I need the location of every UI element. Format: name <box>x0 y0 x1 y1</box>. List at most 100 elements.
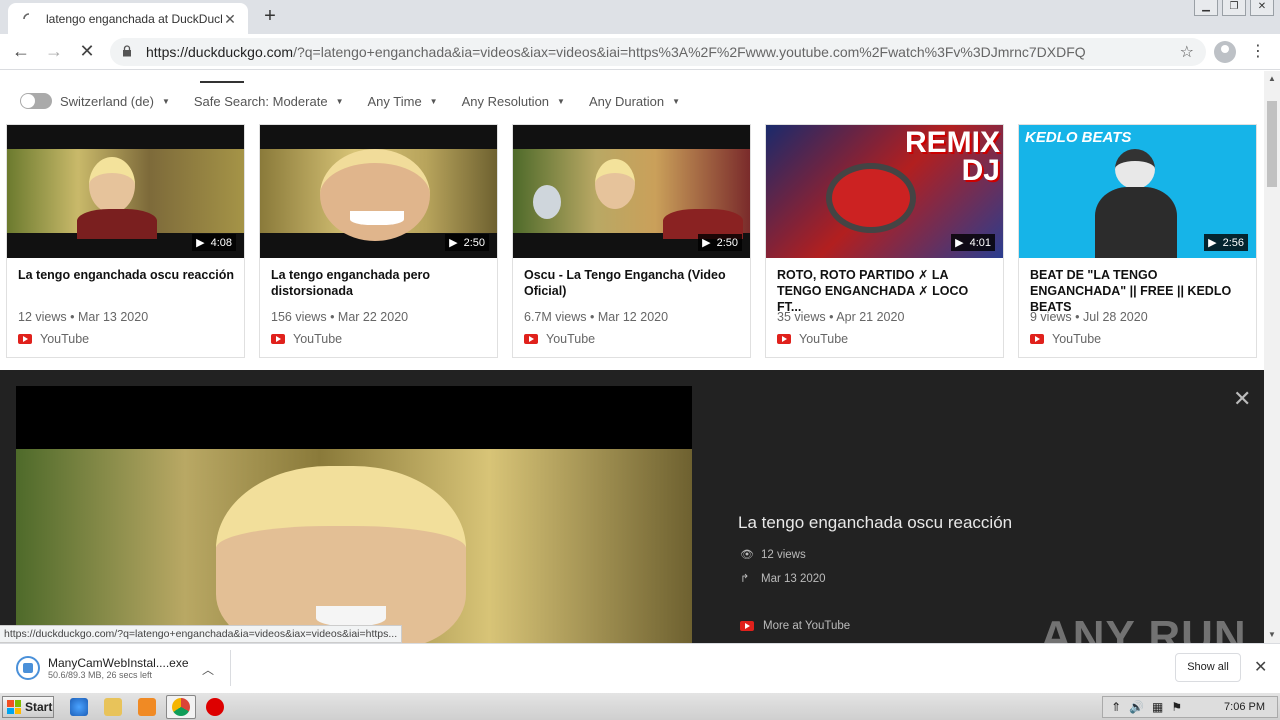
page-scrollbar[interactable]: ▲ ▼ <box>1264 71 1280 643</box>
address-bar[interactable]: https://duckduckgo.com/?q=latengo+enganc… <box>110 38 1206 66</box>
clock[interactable]: 7:06 PM <box>1224 701 1265 713</box>
filter-region[interactable]: Switzerland (de) ▼ <box>60 94 170 109</box>
video-card[interactable]: ▶ 2:50 Oscu - La Tengo Engancha (Video Of… <box>512 124 751 358</box>
video-title[interactable]: La tengo enganchada oscu reacción <box>18 267 236 283</box>
video-source: YouTube <box>777 332 848 346</box>
play-icon: ▶ <box>196 237 205 249</box>
close-window-button[interactable]: ✕ <box>1250 0 1274 16</box>
browser-tab[interactable]: latengo enganchada at DuckDuckGo ✕ <box>8 3 248 34</box>
video-meta: 6.7M views • Mar 12 2020 <box>524 310 669 324</box>
windows-taskbar: Start ⇑ 🔊 ▦ ⚑ 7:06 PM <box>0 692 1280 720</box>
detail-views-row: 👁 12 views <box>740 548 806 562</box>
tab-strip: latengo enganchada at DuckDuckGo ✕ + ▁ ❐… <box>0 0 1280 34</box>
browser-toolbar: ← → ✕ https://duckduckgo.com/?q=latengo+… <box>0 34 1280 70</box>
url-text: https://duckduckgo.com/?q=latengo+enganc… <box>146 44 1180 60</box>
video-date: Apr 21 2020 <box>836 310 905 324</box>
eye-icon: 👁 <box>740 549 754 561</box>
scroll-up-icon[interactable]: ▲ <box>1268 75 1276 83</box>
duration-text: 4:01 <box>969 236 991 249</box>
video-thumbnail[interactable]: ▶ 4:08 <box>7 125 244 258</box>
duration-text: 2:50 <box>716 236 738 249</box>
video-meta: 156 views • Mar 22 2020 <box>271 310 409 324</box>
filter-bar: Switzerland (de) ▼ Safe Search: Moderate ▼… <box>20 93 704 109</box>
video-thumbnail[interactable]: ▶ 2:50 <box>513 125 750 258</box>
video-card[interactable]: ▶ 4:08 La tengo enganchada oscu reacción … <box>6 124 245 358</box>
loading-icon <box>22 12 36 26</box>
restore-button[interactable]: ❐ <box>1222 0 1246 16</box>
start-label: Start <box>25 700 53 714</box>
profile-avatar[interactable] <box>1214 41 1236 63</box>
download-item[interactable]: ManyCamWebInstal....exe 50.6/89.3 MB, 26… <box>16 652 230 684</box>
divider <box>230 650 231 686</box>
more-at-youtube-link[interactable]: More at YouTube <box>740 620 850 632</box>
forward-button[interactable]: → <box>42 40 66 64</box>
filter-label: Safe Search: Moderate <box>193 93 328 109</box>
stop-loading-button[interactable]: ✕ <box>75 40 99 64</box>
upload-icon: ↱ <box>740 573 750 585</box>
youtube-icon <box>777 334 791 344</box>
filter-time[interactable]: Any Time ▼ <box>367 94 437 109</box>
video-source: YouTube <box>18 332 89 346</box>
ie-icon[interactable] <box>70 698 88 716</box>
video-player[interactable] <box>16 386 692 643</box>
video-views: 6.7M views <box>524 310 587 324</box>
thumbnail-overlay-text: KEDLO BEATS <box>1025 129 1132 146</box>
folder-icon[interactable] <box>104 698 122 716</box>
duration-text: 4:08 <box>210 236 232 249</box>
filter-safe-search[interactable]: Safe Search: Moderate ▼ <box>194 94 344 109</box>
filter-resolution[interactable]: Any Resolution ▼ <box>462 94 565 109</box>
video-thumbnail[interactable]: REMIX DJ ▶ 4:01 <box>766 125 1003 258</box>
scrollbar-thumb[interactable] <box>1267 101 1277 187</box>
download-bar: ManyCamWebInstal....exe 50.6/89.3 MB, 26… <box>0 643 1280 691</box>
video-source-label: YouTube <box>1052 332 1102 346</box>
minimize-button[interactable]: ▁ <box>1194 0 1218 16</box>
media-player-icon[interactable] <box>138 698 156 716</box>
video-title[interactable]: Oscu - La Tengo Engancha (Video Oficial) <box>524 267 742 299</box>
video-title[interactable]: La tengo enganchada pero distorsionada <box>271 267 489 299</box>
video-source-label: YouTube <box>293 332 343 346</box>
new-tab-button[interactable]: + <box>258 6 282 28</box>
youtube-icon <box>271 334 285 344</box>
duration-text: 2:50 <box>463 236 485 249</box>
back-button[interactable]: ← <box>9 40 33 64</box>
region-toggle[interactable] <box>20 93 52 109</box>
more-at-youtube-label: More at YouTube <box>763 620 851 632</box>
video-card[interactable]: KEDLO BEATS ▶ 2:56 BEAT DE "LA TENGO ENGA… <box>1018 124 1257 358</box>
tray-expand-icon[interactable]: ⇑ <box>1111 700 1121 714</box>
active-tab-indicator <box>200 81 244 83</box>
caret-down-icon: ▼ <box>672 96 681 106</box>
video-source-label: YouTube <box>546 332 596 346</box>
flag-icon[interactable]: ⚑ <box>1171 700 1182 714</box>
windows-logo-icon <box>7 700 21 714</box>
video-card[interactable]: REMIX DJ ▶ 4:01 ROTO, ROTO PARTIDO ✗ LA T… <box>765 124 1004 358</box>
duration-badge: ▶ 2:50 <box>698 234 742 251</box>
chevron-up-icon[interactable]: ︿ <box>202 661 214 678</box>
close-detail-icon[interactable]: ✕ <box>1233 388 1251 410</box>
video-card[interactable]: ▶ 2:50 La tengo enganchada pero distorsio… <box>259 124 498 358</box>
start-button[interactable]: Start <box>2 696 54 718</box>
detail-title: La tengo enganchada oscu reacción <box>738 513 1013 532</box>
scroll-down-icon[interactable]: ▼ <box>1268 631 1276 639</box>
filter-duration[interactable]: Any Duration ▼ <box>589 94 680 109</box>
browser-menu-icon[interactable]: ⋮ <box>1248 42 1268 62</box>
duration-badge: ▶ 4:01 <box>951 234 995 251</box>
show-all-button[interactable]: Show all <box>1175 653 1241 682</box>
video-source: YouTube <box>1030 332 1101 346</box>
video-title[interactable]: BEAT DE "LA TENGO ENGANCHADA" || FREE ||… <box>1030 267 1248 315</box>
window-controls: ▁ ❐ ✕ <box>1194 0 1274 16</box>
network-icon[interactable]: ▦ <box>1152 700 1163 714</box>
tab-close-icon[interactable]: ✕ <box>222 11 238 27</box>
video-source-label: YouTube <box>799 332 849 346</box>
stop-icon[interactable] <box>206 698 224 716</box>
url-host: https://duckduckgo.com <box>146 44 294 60</box>
close-download-bar-icon[interactable]: ✕ <box>1254 657 1267 677</box>
bookmark-star-icon[interactable]: ☆ <box>1180 42 1194 62</box>
tab-title: latengo enganchada at DuckDuckGo <box>46 11 222 26</box>
video-results: ▶ 4:08 La tengo enganchada oscu reacción … <box>6 124 1257 358</box>
volume-icon[interactable]: 🔊 <box>1129 700 1144 714</box>
detail-date-row: ↱ Mar 13 2020 <box>740 572 826 586</box>
video-thumbnail[interactable]: KEDLO BEATS ▶ 2:56 <box>1019 125 1256 258</box>
play-icon: ▶ <box>955 237 964 249</box>
video-thumbnail[interactable]: ▶ 2:50 <box>260 125 497 258</box>
video-title[interactable]: ROTO, ROTO PARTIDO ✗ LA TENGO ENGANCHADA… <box>777 267 995 315</box>
